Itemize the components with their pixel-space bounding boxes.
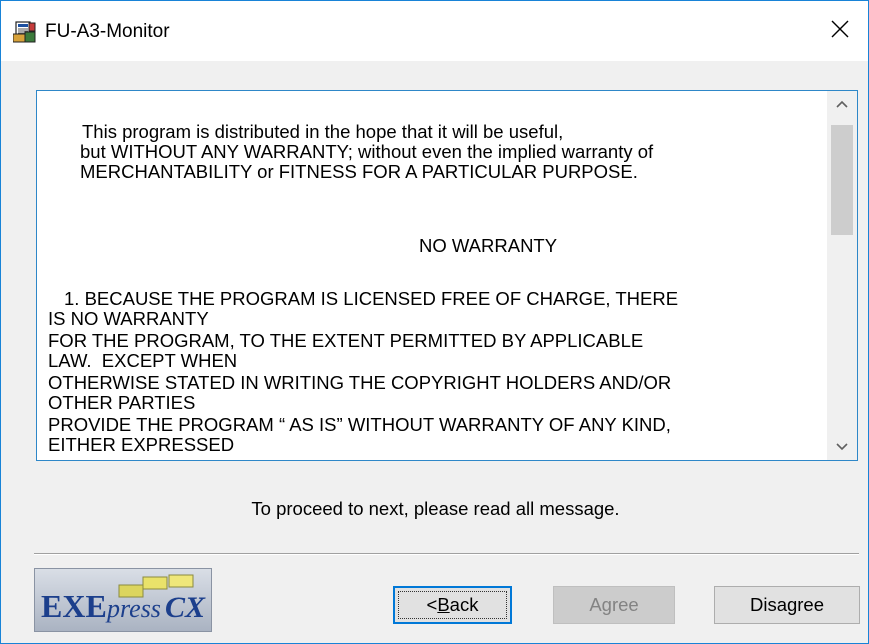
license-line: LAW. EXCEPT WHEN bbox=[48, 350, 238, 371]
license-line: 1. BECAUSE THE PROGRAM IS LICENSED FREE … bbox=[64, 288, 679, 309]
vertical-scrollbar[interactable] bbox=[827, 91, 857, 460]
license-line: MERCHANTABILITY or FITNESS FOR A PARTICU… bbox=[80, 161, 638, 182]
scroll-down-button[interactable] bbox=[827, 434, 857, 460]
close-button[interactable] bbox=[812, 1, 868, 61]
exepress-logo: EXE press CX bbox=[34, 568, 212, 632]
read-all-notice: To proceed to next, please read all mess… bbox=[251, 498, 620, 519]
logo-text-italic: press bbox=[105, 594, 161, 623]
license-line: IS NO WARRANTY bbox=[48, 308, 209, 329]
disagree-button[interactable]: Disagree bbox=[714, 586, 860, 624]
license-line: EITHER EXPRESSED bbox=[48, 434, 235, 455]
footer-separator bbox=[34, 553, 859, 555]
license-line: This program is distributed in the hope … bbox=[82, 121, 564, 142]
license-heading: NO WARRANTY bbox=[419, 235, 558, 256]
license-text-area: This program is distributed in the hope … bbox=[37, 91, 827, 460]
chevron-up-icon bbox=[836, 95, 848, 113]
window-title: FU-A3-Monitor bbox=[45, 21, 170, 42]
logo-text-main: EXE bbox=[41, 588, 107, 624]
focus-rectangle bbox=[398, 591, 507, 619]
scroll-up-button[interactable] bbox=[827, 91, 857, 117]
logo-text-end: CX bbox=[165, 591, 206, 624]
scrollbar-thumb[interactable] bbox=[831, 125, 853, 235]
license-line: FOR THE PROGRAM, TO THE EXTENT PERMITTED… bbox=[48, 330, 644, 351]
agree-button[interactable]: Agree bbox=[553, 586, 675, 624]
license-text-box[interactable]: This program is distributed in the hope … bbox=[36, 90, 858, 461]
installer-app-icon bbox=[12, 21, 37, 43]
license-line: PROVIDE THE PROGRAM “ AS IS” WITHOUT WAR… bbox=[48, 414, 671, 435]
chevron-down-icon bbox=[836, 438, 848, 456]
installer-window: FU-A3-Monitor This program is distribute… bbox=[0, 0, 869, 644]
license-line: but WITHOUT ANY WARRANTY; without even t… bbox=[80, 141, 654, 162]
back-button[interactable]: < Back bbox=[393, 586, 512, 624]
license-line: OTHERWISE STATED IN WRITING THE COPYRIGH… bbox=[48, 372, 672, 393]
close-icon bbox=[831, 20, 849, 43]
license-line: OTHER PARTIES bbox=[48, 392, 196, 413]
title-bar: FU-A3-Monitor bbox=[1, 1, 868, 61]
